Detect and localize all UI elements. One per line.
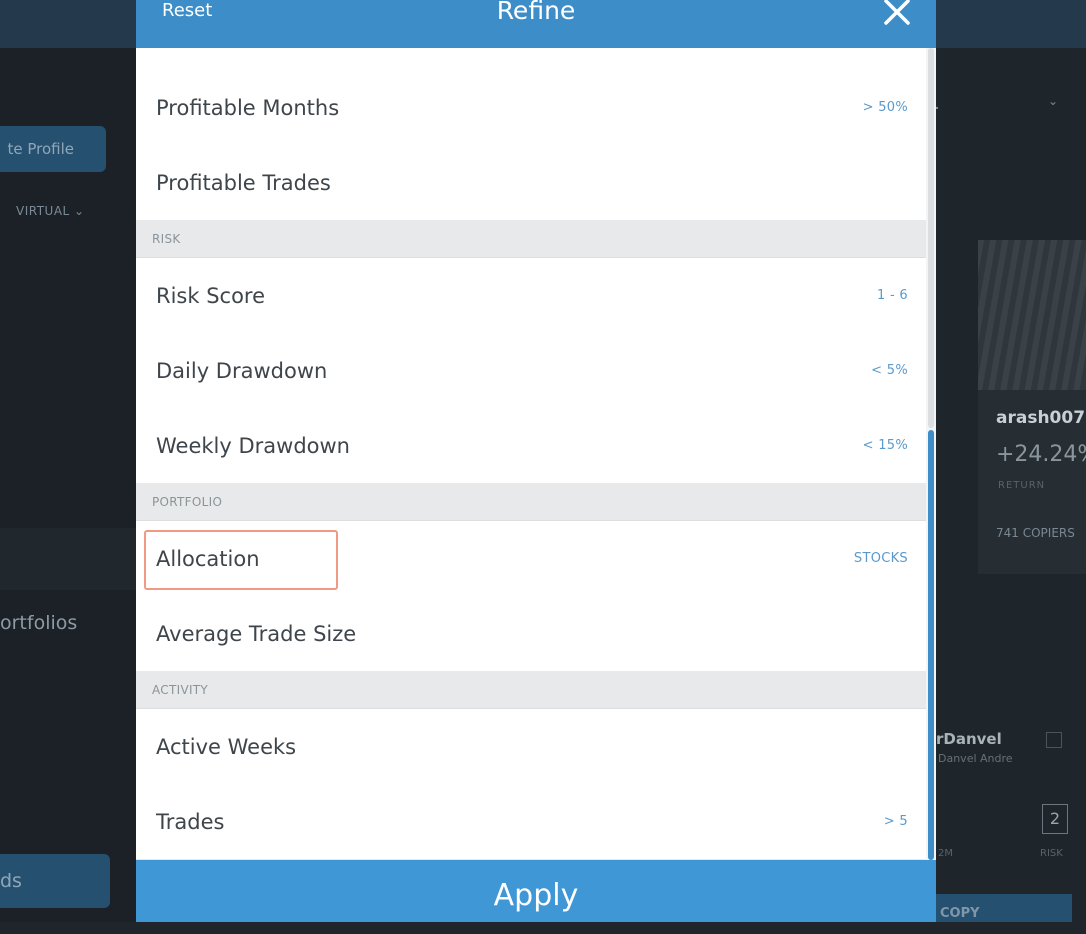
filter-row-trades[interactable]: Trades > 5 [136,784,926,860]
background-risk-number: 2 [1042,804,1068,834]
apply-button[interactable]: Apply [136,860,936,922]
background-bottom-button: ds [0,854,110,908]
filter-value: 1 - 6 [877,258,908,334]
filter-label: Weekly Drawdown [156,408,350,484]
filter-row-active-weeks[interactable]: Active Weeks [136,709,926,785]
filter-row-daily-drawdown[interactable]: Daily Drawdown < 5% [136,333,926,409]
filter-label: Profitable Trades [156,145,331,221]
scrollbar-track-upper [928,48,934,428]
filter-label: Allocation [156,521,260,597]
background-trader-return: +24.24% [996,442,1086,467]
modal-title: Refine [136,0,936,26]
filter-label: Profitable Months [156,70,339,146]
background-portfolios-link: ortfolios [0,612,77,634]
filter-row-profitable-months[interactable]: Profitable Months > 50% [136,70,926,146]
background-selected-nav-item [0,528,136,590]
scrollbar-thumb[interactable] [928,430,934,860]
section-header-activity: ACTIVITY [136,671,926,709]
background-copy-button: COPY [936,894,1072,922]
filter-list: Profitable Months > 50% Profitable Trade… [136,48,926,860]
background-period-label: 2M [938,848,953,859]
refine-modal: Reset Refine Profitable Months > 50% Pro… [136,0,936,922]
background-return-label: RETURN [998,480,1045,491]
section-label: PORTFOLIO [152,483,222,521]
filter-value: < 15% [863,408,908,484]
background-checkbox-icon [1046,732,1062,748]
filter-row-allocation[interactable]: Allocation STOCKS [136,521,926,597]
modal-header: Reset Refine [136,0,936,48]
section-header-portfolio: PORTFOLIO [136,483,926,521]
filter-row-risk-score[interactable]: Risk Score 1 - 6 [136,258,926,334]
section-label: ACTIVITY [152,671,208,709]
section-label: RISK [152,220,181,258]
background-chevron-down-icon: ⌄ [1048,94,1058,108]
filter-label: Average Trade Size [156,596,356,672]
filter-value: > 5 [884,784,908,860]
background-trader-username: arash007 [996,408,1085,428]
background-second-trader-name: rDanvel [936,730,1002,748]
close-icon[interactable] [882,0,912,26]
background-virtual-dropdown: VIRTUAL ⌄ [16,204,85,218]
filter-label: Risk Score [156,258,265,334]
filter-label: Trades [156,784,224,860]
section-header-risk: RISK [136,220,926,258]
filter-label: Active Weeks [156,709,296,785]
filter-row-weekly-drawdown[interactable]: Weekly Drawdown < 15% [136,408,926,484]
background-copiers-count: 741 COPIERS [996,526,1075,540]
filter-row-average-trade-size[interactable]: Average Trade Size [136,596,926,672]
filter-value: < 5% [871,333,908,409]
background-edit-profile-button: te Profile [0,126,106,172]
background-trader-photo [978,240,1086,390]
background-second-trader-sub: Danvel Andre [938,752,1013,765]
background-risk-label: RISK [1040,848,1063,859]
filter-label: Daily Drawdown [156,333,327,409]
filter-value: > 50% [863,70,908,146]
filter-value: STOCKS [854,521,908,597]
background-left-sidebar [0,48,136,922]
filter-row-profitable-trades[interactable]: Profitable Trades [136,145,926,221]
